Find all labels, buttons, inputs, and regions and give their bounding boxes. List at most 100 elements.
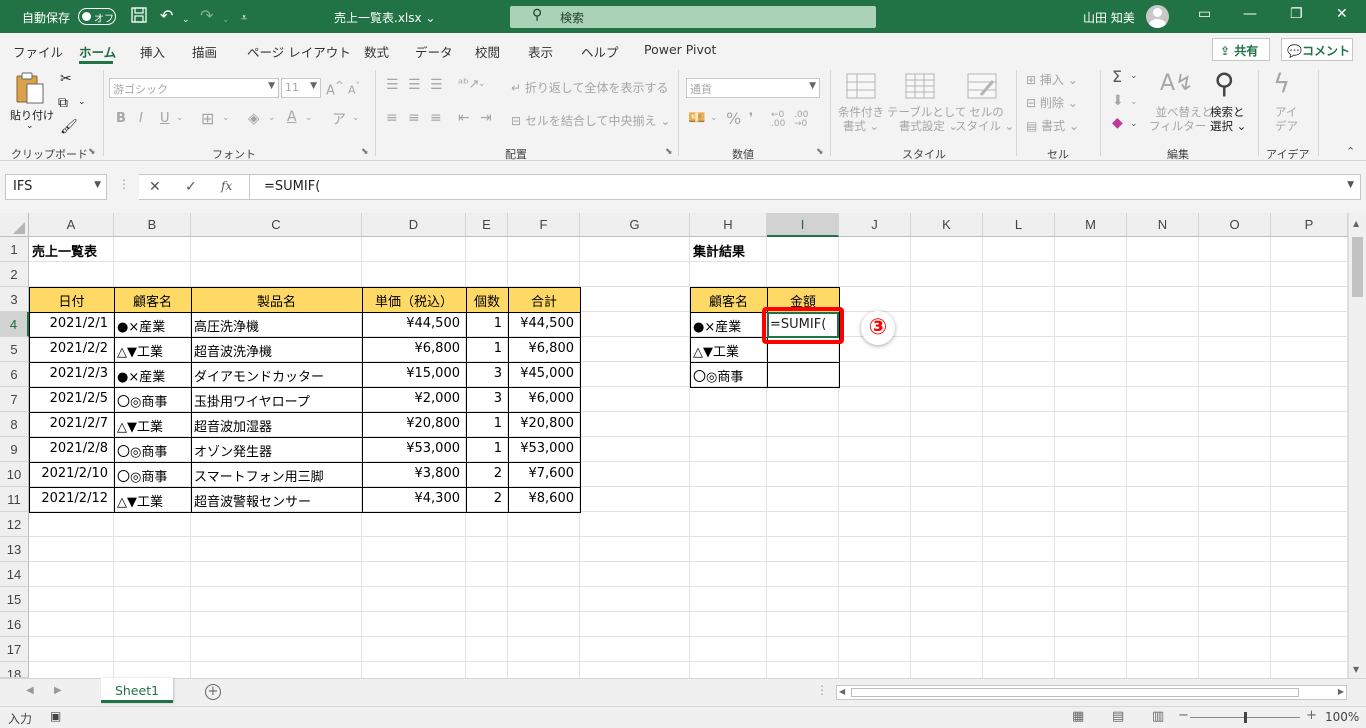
scroll-right-icon[interactable]: ▶ <box>1338 687 1344 696</box>
clear-icon[interactable]: ◆ <box>1112 115 1123 131</box>
align-bottom-icon[interactable]: ☰ <box>430 77 443 93</box>
ideas-icon[interactable]: ϟ <box>1273 69 1290 99</box>
merge-center-button[interactable]: ⊟ セルを結合して中央揃え ⌄ <box>511 112 670 129</box>
copy-icon[interactable]: ⧉ <box>58 95 68 111</box>
row-header-3[interactable]: 3 <box>0 287 29 312</box>
tab-data[interactable]: データ <box>415 42 453 61</box>
cell-unit-price[interactable]: ¥3,800 <box>362 462 466 487</box>
column-header-b[interactable]: B <box>114 213 191 237</box>
summary-title[interactable]: 集計結果 <box>690 237 800 262</box>
row-header-13[interactable]: 13 <box>0 537 29 562</box>
add-sheet-icon[interactable]: + <box>205 684 221 700</box>
cell-total[interactable]: ¥53,000 <box>508 437 580 462</box>
tab-split-grip-icon[interactable]: ⋮ <box>816 683 828 697</box>
cell-unit-price[interactable]: ¥20,800 <box>362 412 466 437</box>
align-top-icon[interactable]: ☰ <box>386 77 399 93</box>
column-header-n[interactable]: N <box>1127 213 1199 237</box>
row-header-2[interactable]: 2 <box>0 262 29 287</box>
orientation-icon[interactable]: ᵃᵇ↗ <box>458 77 480 92</box>
row-header-5[interactable]: 5 <box>0 337 29 362</box>
minimize-icon[interactable]: — <box>1243 6 1257 22</box>
find-select-button[interactable]: 検索と 選択 ⌄ <box>1210 105 1246 133</box>
search-box[interactable]: ⚲ 検索 <box>510 6 876 28</box>
cell-styles-icon[interactable] <box>967 73 997 102</box>
row-header-9[interactable]: 9 <box>0 437 29 462</box>
next-sheet-icon[interactable]: ▶ <box>54 685 62 696</box>
insert-cells-button[interactable]: ⊞ 挿入 ⌄ <box>1026 71 1078 88</box>
cell-styles-button[interactable]: セルの スタイル ⌄ <box>955 105 1014 133</box>
cell-product[interactable]: オゾン発生器 <box>191 437 362 462</box>
column-header-d[interactable]: D <box>362 213 466 237</box>
ideas-button[interactable]: アイ デア <box>1275 105 1298 133</box>
number-format-combo[interactable]: 通貨 ▼ <box>686 78 820 98</box>
tab-power-pivot[interactable]: Power Pivot <box>644 42 716 57</box>
ribbon-display-options-icon[interactable]: ▭ <box>1198 6 1211 22</box>
summary-header-customer[interactable]: 顧客名 <box>690 287 767 312</box>
horizontal-scroll-thumb[interactable] <box>851 688 1299 697</box>
customize-qat-icon[interactable]: ⩡ <box>241 8 247 28</box>
cell-customer[interactable]: △▼工業 <box>114 337 191 362</box>
vertical-scrollbar[interactable]: ▲ ▼ <box>1348 213 1366 678</box>
find-select-icon[interactable]: ⚲ <box>1214 67 1235 100</box>
orientation-dropdown-icon[interactable]: ⌄ <box>478 79 486 89</box>
cut-icon[interactable]: ✂ <box>60 71 72 87</box>
cell-customer[interactable]: 〇◎商事 <box>114 387 191 412</box>
tab-home[interactable]: ホーム <box>79 42 116 61</box>
bold-icon[interactable]: B <box>116 111 126 126</box>
cell-total[interactable]: ¥45,000 <box>508 362 580 387</box>
font-name-combo[interactable]: 游ゴシック ▼ <box>109 78 279 98</box>
cell-product[interactable]: 超音波洗浄機 <box>191 337 362 362</box>
underline-icon[interactable]: U <box>160 111 170 126</box>
cell-unit-price[interactable]: ¥44,500 <box>362 312 466 337</box>
borders-dropdown-icon[interactable]: ⌄ <box>222 113 230 123</box>
decrease-font-size-icon[interactable]: Aˇ <box>348 81 360 97</box>
accounting-format-icon[interactable]: 💴 <box>688 110 705 126</box>
cell-quantity[interactable]: 3 <box>466 362 508 387</box>
normal-view-icon[interactable]: ▦ <box>1072 709 1084 724</box>
increase-font-size-icon[interactable]: A^ <box>326 79 344 98</box>
autosum-dropdown-icon[interactable]: ⌄ <box>1130 71 1138 81</box>
window-title[interactable]: 売上一覧表.xlsx ⌄ <box>334 9 435 26</box>
fill-icon[interactable]: ⬇ <box>1112 93 1124 109</box>
undo-icon[interactable]: ↶ <box>160 6 173 26</box>
close-icon[interactable]: ✕ <box>1336 6 1348 22</box>
font-color-dropdown-icon[interactable]: ⌄ <box>305 113 313 123</box>
cell-date[interactable]: 2021/2/3 <box>29 362 114 387</box>
tab-insert[interactable]: 挿入 <box>140 42 165 61</box>
header-product[interactable]: 製品名 <box>191 287 362 312</box>
cell-quantity[interactable]: 1 <box>466 312 508 337</box>
column-header-o[interactable]: O <box>1199 213 1271 237</box>
comment-button[interactable]: 💬コメント <box>1281 38 1353 61</box>
redo-dropdown-icon[interactable]: ⌄ <box>222 10 230 30</box>
alignment-launcher-icon[interactable]: ⬊ <box>665 147 673 157</box>
tab-help[interactable]: ヘルプ <box>581 42 619 61</box>
cell-quantity[interactable]: 2 <box>466 462 508 487</box>
cell-date[interactable]: 2021/2/12 <box>29 487 114 512</box>
column-header-i[interactable]: I <box>767 213 839 237</box>
delete-cells-button[interactable]: ⊟ 削除 ⌄ <box>1026 94 1078 111</box>
column-header-a[interactable]: A <box>29 213 114 237</box>
row-header-4[interactable]: 4 <box>0 312 29 337</box>
cell-total[interactable]: ¥6,800 <box>508 337 580 362</box>
phonetic-dropdown-icon[interactable]: ⌄ <box>352 113 360 123</box>
font-launcher-icon[interactable]: ⬊ <box>361 147 369 157</box>
tab-draw[interactable]: 描画 <box>192 42 217 61</box>
cell-product[interactable]: 超音波加湿器 <box>191 412 362 437</box>
insert-function-icon[interactable]: fx <box>221 179 232 193</box>
increase-indent-icon[interactable]: ⇥ <box>480 110 492 126</box>
cell-quantity[interactable]: 2 <box>466 487 508 512</box>
cell-unit-price[interactable]: ¥15,000 <box>362 362 466 387</box>
cell-customer[interactable]: △▼工業 <box>114 412 191 437</box>
undo-dropdown-icon[interactable]: ⌄ <box>182 10 190 30</box>
tab-view[interactable]: 表示 <box>528 42 553 61</box>
column-header-g[interactable]: G <box>580 213 690 237</box>
cell-product[interactable]: 高圧洗浄機 <box>191 312 362 337</box>
cell-unit-price[interactable]: ¥2,000 <box>362 387 466 412</box>
scroll-left-icon[interactable]: ◀ <box>839 687 845 696</box>
cell-unit-price[interactable]: ¥4,300 <box>362 487 466 512</box>
align-middle-icon[interactable]: ☰ <box>408 77 421 93</box>
align-right-icon[interactable]: ≡ <box>430 110 442 126</box>
accounting-dropdown-icon[interactable]: ⌄ <box>710 113 718 123</box>
cell-total[interactable]: ¥20,800 <box>508 412 580 437</box>
row-header-15[interactable]: 15 <box>0 587 29 612</box>
